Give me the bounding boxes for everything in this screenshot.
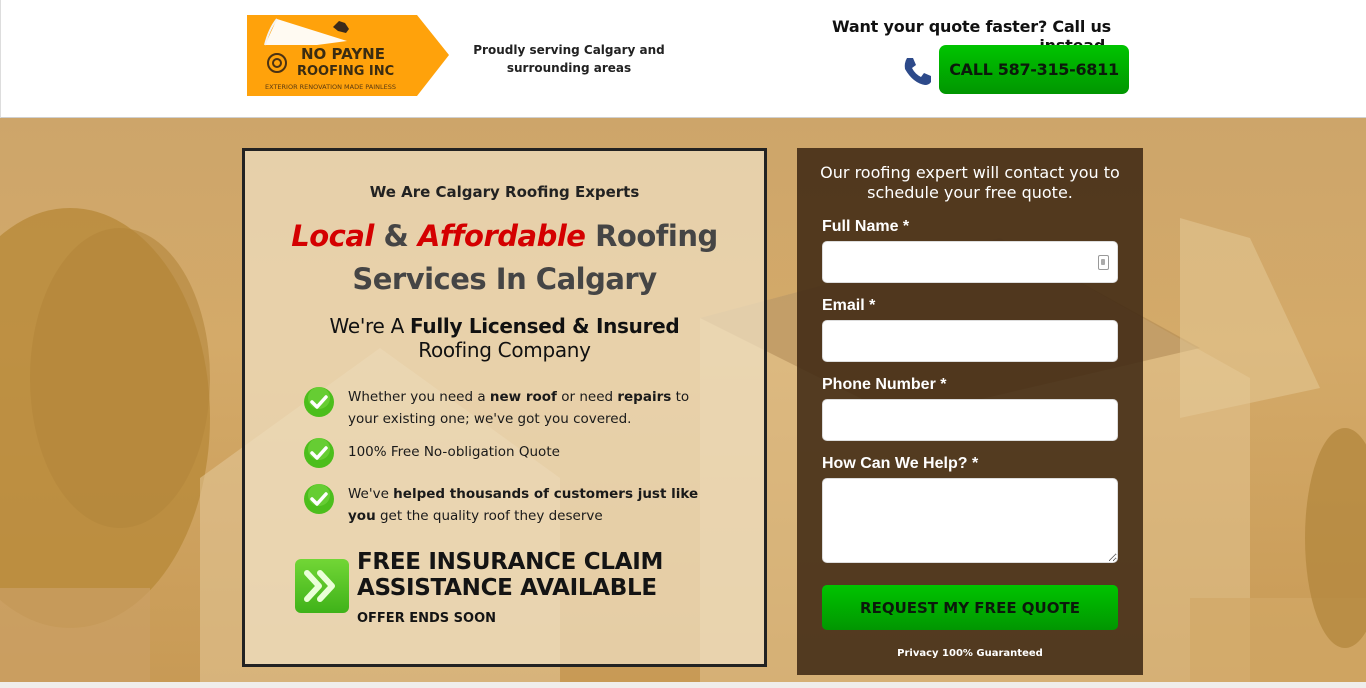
full-name-field-wrapper [822,241,1118,283]
svg-text:EXTERIOR RENOVATION MADE PAINL: EXTERIOR RENOVATION MADE PAINLESS [265,83,396,91]
call-phone-button[interactable]: CALL 587-315-6811 [939,45,1129,94]
headline-local: Local [291,219,374,253]
headline-amp: & [383,219,409,253]
feature-text: 100% Free No-obligation Quote [348,437,560,463]
value-proposition-card: We Are Calgary Roofing Experts Local & A… [242,148,767,667]
offer-ends-text: OFFER ENDS SOON [357,611,497,626]
request-quote-button[interactable]: REQUEST MY FREE QUOTE [822,585,1118,630]
check-icon [304,438,334,468]
feature-run: 100% Free No-obligation Quote [348,444,560,460]
feature-item: Whether you need a new roof or need repa… [303,386,703,430]
email-label: Email * [822,297,876,314]
feature-item: We've helped thousands of customers just… [303,483,703,527]
autofill-contact-icon[interactable] [1098,255,1109,270]
help-textarea[interactable] [822,478,1118,563]
phone-label: Phone Number * [822,376,947,393]
promo-line1: FREE INSURANCE CLAIM [357,549,664,575]
main-headline: Local & Affordable Roofing Services In C… [245,215,764,301]
headline-line2: Services In Calgary [352,262,657,296]
privacy-note: Privacy 100% Guaranteed [897,648,1043,659]
feature-text: Whether you need a new roof or need repa… [348,386,703,430]
feature-run: We've [348,486,394,502]
feature-run: Whether you need a [348,389,490,405]
license-subheading: We're A Fully Licensed & Insured Roofing… [245,314,764,362]
sub-pre: We're A [329,314,405,338]
full-name-input[interactable] [823,242,1117,282]
feature-emphasis: repairs [617,389,672,405]
insurance-claim-promo: FREE INSURANCE CLAIM ASSISTANCE AVAILABL… [357,549,663,601]
quote-request-form: Our roofing expert will contact you to s… [797,148,1143,675]
double-chevron-right-icon [295,559,349,613]
check-icon [304,484,334,514]
phone-input[interactable] [822,399,1118,441]
promo-line2: ASSISTANCE AVAILABLE [357,575,657,601]
email-input[interactable] [822,320,1118,362]
site-header: NO PAYNE ROOFING INC EXTERIOR RENOVATION… [0,0,1366,118]
phone-icon [904,58,931,85]
svg-text:NO PAYNE: NO PAYNE [301,45,385,63]
feature-text: We've helped thousands of customers just… [348,483,703,527]
headline-roofing: Roofing [595,219,718,253]
help-label: How Can We Help? * [822,455,979,472]
check-icon [304,387,334,417]
svg-text:ROOFING INC: ROOFING INC [297,64,394,79]
feature-item: 100% Free No-obligation Quote [303,437,703,469]
feature-run: get the quality roof they deserve [375,508,603,524]
headline-affordable: Affordable [417,219,586,253]
service-area-text: Proudly serving Calgary and surrounding … [473,43,665,75]
company-logo[interactable]: NO PAYNE ROOFING INC EXTERIOR RENOVATION… [247,15,449,96]
feature-run: or need [556,389,618,405]
page-footer-strip [0,682,1366,688]
form-intro: Our roofing expert will contact you to s… [820,163,1120,202]
feature-emphasis: new roof [489,389,557,405]
full-name-label: Full Name * [822,218,910,235]
kicker-text: We Are Calgary Roofing Experts [369,183,640,201]
sub-line2: Roofing Company [418,338,591,362]
sub-bold: Fully Licensed & Insured [410,314,680,338]
